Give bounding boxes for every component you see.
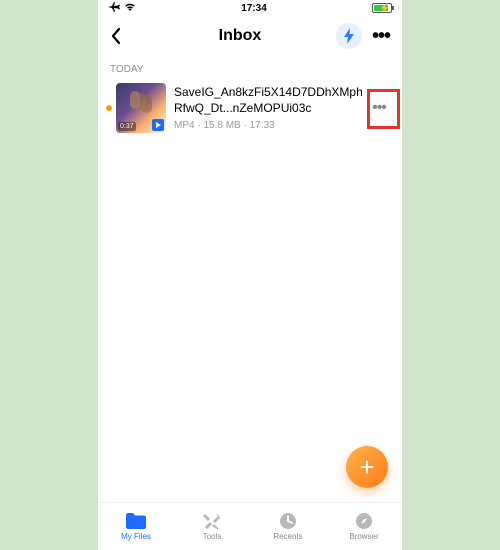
- tab-bar: My Files Tools Recents Browser: [98, 502, 402, 550]
- tab-label: Recents: [273, 532, 302, 541]
- status-left: [108, 2, 136, 15]
- clock-icon: [277, 512, 299, 530]
- play-icon: [152, 119, 164, 131]
- tab-myfiles[interactable]: My Files: [98, 503, 174, 550]
- file-row[interactable]: 0:37 SaveIG_An8kzFi5X14D7DDhXMphRfwQ_Dt.…: [98, 79, 402, 137]
- section-today: TODAY: [98, 56, 402, 79]
- phone-frame: 17:34 ⚡ Inbox ••• TODAY 0:37 SaveIG_An8k…: [98, 0, 402, 550]
- tab-label: My Files: [121, 532, 151, 541]
- status-right: ⚡: [372, 3, 392, 13]
- nav-bar: Inbox •••: [98, 16, 402, 56]
- chevron-left-icon: [110, 27, 122, 45]
- tools-icon: [201, 512, 223, 530]
- back-button[interactable]: [110, 27, 150, 45]
- tab-browser[interactable]: Browser: [326, 503, 402, 550]
- boost-button[interactable]: [336, 23, 362, 49]
- file-name: SaveIG_An8kzFi5X14D7DDhXMphRfwQ_Dt...nZe…: [174, 85, 364, 116]
- airplane-icon: [108, 2, 120, 15]
- status-bar: 17:34 ⚡: [98, 0, 402, 16]
- status-time: 17:34: [241, 3, 267, 14]
- tab-label: Tools: [203, 532, 222, 541]
- wifi-icon: [124, 2, 136, 14]
- lightning-icon: [343, 28, 355, 44]
- file-meta: MP4 · 15.8 MB · 17:33: [174, 120, 364, 131]
- folder-icon: [125, 512, 147, 530]
- tab-tools[interactable]: Tools: [174, 503, 250, 550]
- add-button[interactable]: +: [346, 446, 388, 488]
- page-title: Inbox: [219, 27, 262, 45]
- battery-icon: ⚡: [372, 3, 392, 13]
- nav-more-button[interactable]: •••: [372, 25, 390, 48]
- tab-label: Browser: [349, 532, 378, 541]
- file-more-button[interactable]: •••: [364, 96, 394, 120]
- file-info: SaveIG_An8kzFi5X14D7DDhXMphRfwQ_Dt...nZe…: [166, 85, 364, 131]
- file-thumbnail[interactable]: 0:37: [116, 83, 166, 133]
- compass-icon: [353, 512, 375, 530]
- plus-icon: +: [359, 452, 374, 483]
- unread-dot-icon: [106, 105, 112, 111]
- tab-recents[interactable]: Recents: [250, 503, 326, 550]
- video-duration: 0:37: [118, 122, 136, 131]
